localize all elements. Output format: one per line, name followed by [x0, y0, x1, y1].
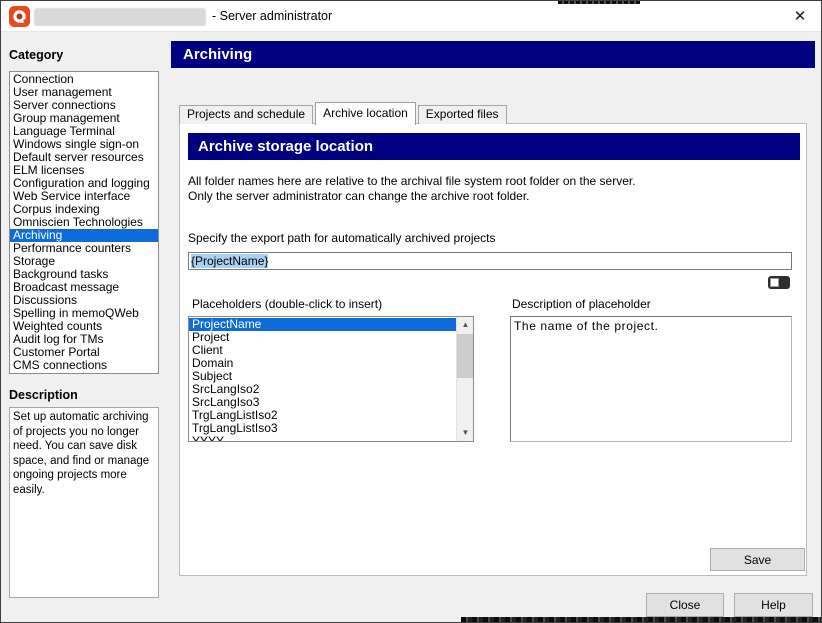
save-button[interactable]: Save — [710, 548, 805, 571]
placeholder-item[interactable]: TrgLangListIso3 — [189, 422, 456, 435]
placeholder-item[interactable]: YYYY — [189, 435, 456, 441]
tab-page: Archive storage location All folder name… — [179, 123, 807, 576]
window-title: - Server administrator — [212, 1, 332, 32]
info-line-1: All folder names here are relative to th… — [188, 174, 636, 189]
tab-bar: Projects and scheduleArchive locationExp… — [179, 101, 509, 124]
description-heading: Description — [9, 388, 78, 402]
scrollbar-thumb[interactable] — [457, 334, 474, 378]
redacted-watermark-top — [558, 1, 640, 4]
placeholder-description-label: Description of placeholder — [512, 297, 651, 311]
category-item[interactable]: CMS connections — [10, 359, 158, 372]
memoq-logo-icon — [9, 6, 30, 27]
placeholder-item[interactable]: Project — [189, 331, 456, 344]
server-administrator-window: - Server administrator ✕ Category Connec… — [0, 0, 822, 623]
scrollbar[interactable]: ▲ ▼ — [456, 317, 473, 441]
placeholders-label: Placeholders (double-click to insert) — [192, 297, 382, 311]
tab[interactable]: Exported files — [418, 105, 507, 124]
placeholders-list: ProjectNameProjectClientDomainSubjectSrc… — [188, 316, 474, 442]
help-button[interactable]: Help — [734, 593, 813, 617]
category-list: ConnectionUser managementServer connecti… — [9, 71, 159, 374]
redacted-server-name — [34, 8, 206, 26]
close-icon: ✕ — [794, 8, 807, 25]
redacted-watermark-bottom — [461, 617, 822, 623]
overlay-toggle-icon[interactable] — [768, 276, 790, 289]
category-heading: Category — [9, 48, 63, 62]
export-path-input[interactable]: {ProjectName} — [188, 252, 792, 270]
page-title: Archiving — [171, 41, 815, 68]
placeholder-item[interactable]: ProjectName — [189, 318, 456, 331]
tab[interactable]: Archive location — [315, 102, 416, 125]
info-text: All folder names here are relative to th… — [188, 174, 636, 204]
scroll-up-icon[interactable]: ▲ — [457, 317, 474, 333]
tab[interactable]: Projects and schedule — [179, 105, 313, 124]
info-line-2: Only the server administrator can change… — [188, 189, 636, 204]
section-header: Archive storage location — [188, 133, 800, 160]
export-path-value: {ProjectName} — [191, 254, 268, 268]
title-bar: - Server administrator ✕ — [1, 1, 821, 32]
export-path-label: Specify the export path for automaticall… — [188, 231, 496, 245]
close-window-button[interactable]: ✕ — [785, 1, 815, 32]
placeholders-items: ProjectNameProjectClientDomainSubjectSrc… — [189, 317, 456, 441]
overlay-toggle-knob — [770, 278, 779, 287]
category-description: Set up automatic archiving of projects y… — [9, 407, 159, 598]
placeholder-description-box: The name of the project. — [510, 316, 792, 442]
close-button[interactable]: Close — [646, 593, 724, 617]
scroll-down-icon[interactable]: ▼ — [457, 425, 474, 441]
